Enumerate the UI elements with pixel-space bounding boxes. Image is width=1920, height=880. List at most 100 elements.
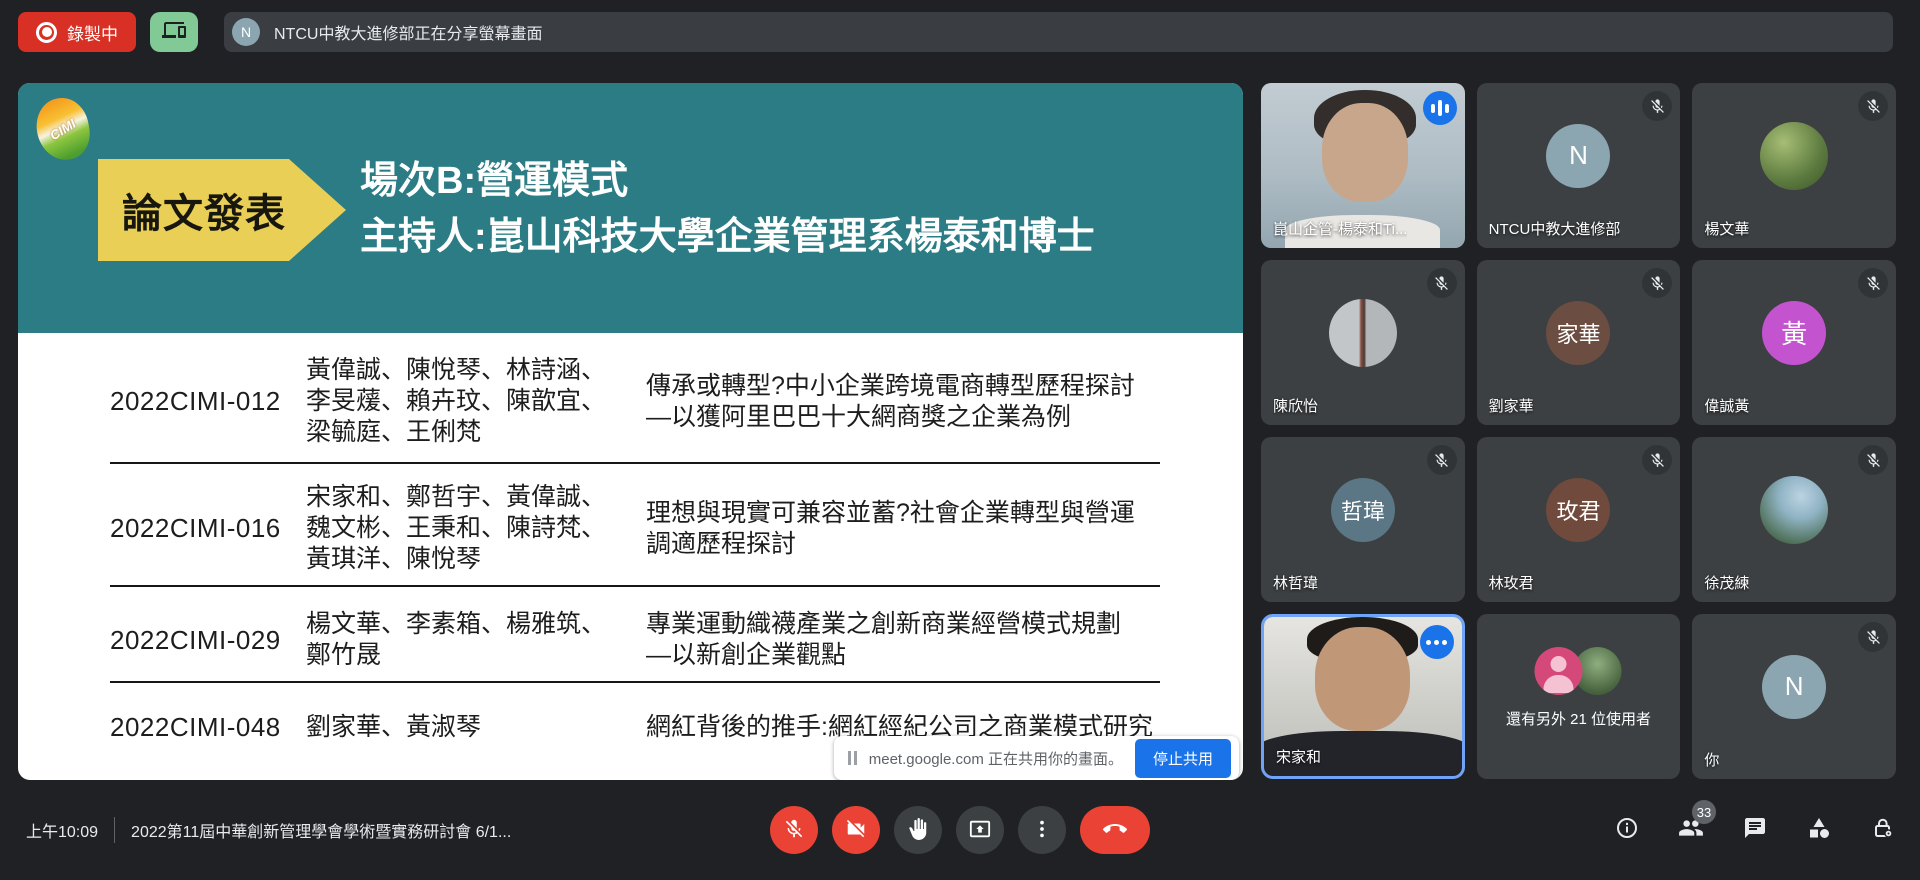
audio-level-icon <box>1423 91 1457 125</box>
participant-tile[interactable]: 楊文華 <box>1692 83 1896 248</box>
participant-count-badge: 33 <box>1692 800 1716 824</box>
participant-tile[interactable]: 家華 劉家華 <box>1477 260 1681 425</box>
meeting-info: 上午10:09 2022第11屆中華創新管理學會學術暨實務研討會 6/1... <box>26 780 511 880</box>
participant-name: 楊文華 <box>1704 218 1749 239</box>
avatar: 黃 <box>1762 301 1826 365</box>
slide-title-line1: 場次B:營運模式 <box>360 153 1095 209</box>
recording-indicator: 錄製中 <box>18 12 136 52</box>
paper-title: 專業運動織襪產業之創新商業經營模式規劃 —以新創企業觀點 <box>646 609 1121 671</box>
host-controls-icon <box>1871 816 1895 845</box>
avatar: N <box>1546 124 1610 188</box>
participant-name: 林玫君 <box>1489 572 1534 593</box>
mic-off-icon <box>1858 445 1888 475</box>
cimi-logo-text: CIMI <box>47 115 78 142</box>
mic-off-icon <box>1858 622 1888 652</box>
paper-authors: 黃偉誠、陳悅琴、林詩涵、 李旻蕿、賴卉玟、陳歆宜、 梁毓庭、王俐梵 <box>306 355 646 448</box>
raise-hand-icon <box>907 818 929 843</box>
mic-off-icon <box>1858 268 1888 298</box>
mic-toggle-button[interactable] <box>770 806 818 854</box>
mic-off-icon <box>1642 445 1672 475</box>
person-avatar-icon <box>1535 647 1583 695</box>
paper-authors: 劉家華、黃淑琴 <box>306 712 646 743</box>
stop-sharing-button[interactable]: 停止共用 <box>1135 739 1231 778</box>
participant-tile[interactable]: 崑山企管-楊泰和Ti... <box>1261 83 1465 248</box>
participant-tile-self[interactable]: N 你 <box>1692 614 1896 779</box>
slide-title-line2: 主持人:崑山科技大學企業管理系楊泰和博士 <box>360 209 1095 265</box>
sharing-toast: meet.google.com 正在共用你的畫面。 停止共用 <box>834 736 1239 780</box>
present-button[interactable] <box>956 806 1004 854</box>
paper-id: 2022CIMI-048 <box>110 712 306 743</box>
participant-name: 你 <box>1704 749 1719 770</box>
mic-off-icon <box>1858 91 1888 121</box>
present-icon <box>969 818 991 843</box>
participant-tile[interactable]: 玫君 林玫君 <box>1477 437 1681 602</box>
meeting-panels: 33 <box>1614 780 1896 880</box>
paper-title: 傳承或轉型?中小企業跨境電商轉型歷程探討 —以獲阿里巴巴十大網商獎之企業為例 <box>646 371 1135 433</box>
cast-devices-icon <box>162 18 186 47</box>
participant-grid: 崑山企管-楊泰和Ti... N NTCU中教大進修部 楊文華 陳欣怡 <box>1261 83 1896 779</box>
paper-row: 2022CIMI-029 楊文華、李素箱、楊雅筑、 鄭竹晟 專業運動織襪產業之創… <box>110 609 1121 671</box>
paper-id: 2022CIMI-012 <box>110 386 306 417</box>
participant-tile[interactable]: 哲瑋 林哲瑋 <box>1261 437 1465 602</box>
mic-off-icon <box>1642 268 1672 298</box>
participant-tile-overflow[interactable]: 還有另外 21 位使用者 <box>1477 614 1681 779</box>
paper-authors: 宋家和、鄭哲宇、黃偉誠、 魏文彬、王秉和、陳詩梵、 黃琪洋、陳悅琴 <box>306 482 646 575</box>
avatar: 哲瑋 <box>1331 478 1395 542</box>
avatar <box>1329 299 1397 367</box>
raise-hand-button[interactable] <box>894 806 942 854</box>
cast-devices-button[interactable] <box>150 12 198 52</box>
participant-tile[interactable]: N NTCU中教大進修部 <box>1477 83 1681 248</box>
participants-button[interactable]: 33 <box>1678 817 1704 843</box>
chat-button[interactable] <box>1742 817 1768 843</box>
mic-off-icon <box>783 818 805 843</box>
participant-name: 偉誠黃 <box>1704 395 1749 416</box>
paper-id: 2022CIMI-016 <box>110 513 306 544</box>
participant-tile[interactable]: 黃 偉誠黃 <box>1692 260 1896 425</box>
meeting-details-button[interactable] <box>1614 817 1640 843</box>
screen-share-banner-text: NTCU中教大進修部正在分享螢幕畫面 <box>274 20 542 44</box>
paper-id: 2022CIMI-029 <box>110 625 306 656</box>
mic-off-icon <box>1427 445 1457 475</box>
sharing-bars-icon <box>848 751 857 765</box>
clock: 上午10:09 <box>26 818 98 842</box>
participant-name: 宋家和 <box>1276 746 1321 767</box>
participant-tile-selected[interactable]: 宋家和 <box>1261 614 1465 779</box>
google-meet-window: 錄製中 N NTCU中教大進修部正在分享螢幕畫面 CIMI 論文發表 場次B:營… <box>0 0 1920 880</box>
participant-tile[interactable]: 陳欣怡 <box>1261 260 1465 425</box>
overflow-count-label: 還有另外 21 位使用者 <box>1477 708 1681 729</box>
call-controls <box>770 806 1150 854</box>
avatar: N <box>1762 655 1826 719</box>
session-arrow-badge: 論文發表 <box>98 159 346 261</box>
camera-toggle-button[interactable] <box>832 806 880 854</box>
shared-screen: CIMI 論文發表 場次B:營運模式 主持人:崑山科技大學企業管理系楊泰和博士 … <box>18 83 1243 780</box>
more-options-button[interactable] <box>1018 806 1066 854</box>
avatar <box>1760 476 1828 544</box>
row-divider <box>110 681 1160 683</box>
participant-name: NTCU中教大進修部 <box>1489 218 1621 239</box>
leave-call-button[interactable] <box>1080 806 1150 854</box>
more-options-icon <box>1031 818 1053 843</box>
activities-button[interactable] <box>1806 817 1832 843</box>
hang-up-icon <box>1103 817 1127 844</box>
screen-share-banner: N NTCU中教大進修部正在分享螢幕畫面 <box>224 12 1893 52</box>
chat-icon <box>1743 816 1767 845</box>
mic-off-icon <box>1642 91 1672 121</box>
record-icon <box>36 22 57 43</box>
paper-title: 理想與現實可兼容並蓄?社會企業轉型與營運 調適歷程探討 <box>646 498 1135 560</box>
avatar: 家華 <box>1546 301 1610 365</box>
divider <box>114 817 115 843</box>
info-icon <box>1615 816 1639 845</box>
host-controls-button[interactable] <box>1870 817 1896 843</box>
row-divider <box>110 462 1160 464</box>
paper-authors: 楊文華、李素箱、楊雅筑、 鄭竹晟 <box>306 609 646 671</box>
participant-name: 徐茂練 <box>1704 572 1749 593</box>
sharing-toast-text: meet.google.com 正在共用你的畫面。 <box>869 748 1123 769</box>
slide-header: CIMI 論文發表 場次B:營運模式 主持人:崑山科技大學企業管理系楊泰和博士 <box>18 83 1243 333</box>
paper-row: 2022CIMI-012 黃偉誠、陳悅琴、林詩涵、 李旻蕿、賴卉玟、陳歆宜、 梁… <box>110 355 1135 448</box>
meeting-title: 2022第11屆中華創新管理學會學術暨實務研討會 6/1... <box>131 818 511 842</box>
row-divider <box>110 585 1160 587</box>
avatar: 玫君 <box>1546 478 1610 542</box>
session-badge-label: 論文發表 <box>122 181 286 239</box>
tile-menu-button[interactable] <box>1420 625 1454 659</box>
participant-tile[interactable]: 徐茂練 <box>1692 437 1896 602</box>
